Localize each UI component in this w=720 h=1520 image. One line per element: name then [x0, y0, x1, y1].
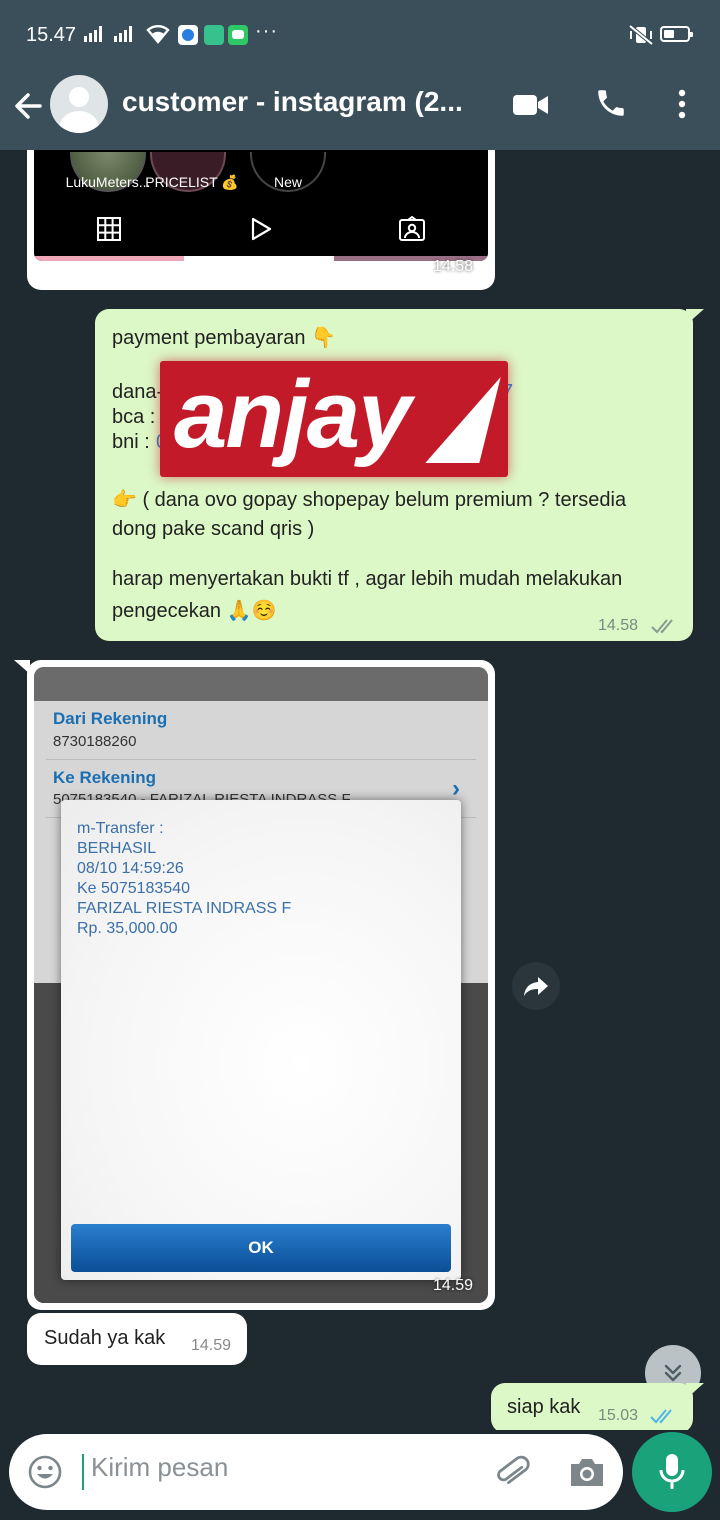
bubble-tail — [686, 309, 704, 325]
transfer-screenshot: Dari Rekening 8730188260 Ke Rekening 507… — [34, 667, 488, 1303]
chat-title[interactable]: customer - instagram (2... — [122, 86, 463, 118]
message-text: pengecekan 🙏☺️ — [112, 600, 277, 622]
message-text: siap kak — [507, 1396, 581, 1418]
dialog-line: FARIZAL RIESTA INDRASS F — [77, 900, 292, 917]
chevron-right-icon: › — [452, 775, 460, 802]
chat-notification-icon — [228, 25, 248, 45]
bubble-tail — [686, 1383, 704, 1399]
message-time: 15.03 — [598, 1407, 639, 1424]
video-call-icon[interactable] — [512, 92, 550, 118]
message-text: bni : — [112, 431, 150, 453]
avatar[interactable] — [50, 75, 108, 133]
ok-button: OK — [71, 1224, 451, 1272]
sticker-swoosh — [425, 377, 501, 463]
message-text: dong pake scand qris ) — [112, 518, 315, 540]
highlight-label: New — [273, 174, 302, 190]
message-time: 14.58 — [433, 258, 474, 275]
forward-icon — [524, 977, 548, 996]
message-time: 14.59 — [191, 1337, 232, 1354]
censor-sticker: anjay — [160, 361, 508, 477]
outgoing-message[interactable]: siap kak 15.03 — [491, 1383, 693, 1430]
from-account-value: 8730188260 — [53, 733, 137, 750]
delivered-ticks-icon — [651, 619, 673, 634]
more-notifications: ··· — [255, 20, 278, 42]
incoming-message[interactable]: Sudah ya kak 14.59 — [27, 1313, 247, 1365]
sticker-text: anjay — [174, 361, 411, 468]
instagram-screenshot: LukuMeters... PRICELIST 💰 New — [34, 150, 488, 261]
app-notification-icon-2 — [204, 25, 224, 45]
tagged-icon — [399, 216, 425, 241]
dialog-line: Ke 5075183540 — [77, 880, 190, 897]
status-bar: 15.47 ··· — [0, 0, 720, 70]
message-text: harap menyertakan bukti tf , agar lebih … — [112, 568, 623, 590]
read-ticks-icon — [650, 1409, 672, 1424]
to-account-label: Ke Rekening — [53, 768, 156, 787]
dialog-line: m-Transfer : — [77, 820, 164, 837]
message-text: bca : — [112, 406, 156, 428]
more-options-icon[interactable] — [676, 88, 688, 120]
message-text: 👉 ( dana ovo gopay shopepay belum premiu… — [112, 489, 627, 511]
emoji-icon[interactable] — [27, 1454, 63, 1490]
message-text: dana- — [112, 381, 164, 403]
image-message-instagram[interactable]: LukuMeters... PRICELIST 💰 New 14.58 — [27, 150, 495, 290]
text-caret — [82, 1454, 84, 1490]
from-account-label: Dari Rekening — [53, 709, 168, 728]
image-message-transfer[interactable]: Dari Rekening 8730188260 Ke Rekening 507… — [27, 660, 495, 1310]
forward-button[interactable] — [512, 962, 560, 1010]
post-thumbnails-strip — [34, 256, 488, 261]
message-time: 14.58 — [598, 617, 639, 634]
message-text: payment pembayaran 👇 — [112, 327, 336, 349]
camera-icon[interactable] — [567, 1454, 607, 1490]
dialog-line: BERHASIL — [77, 840, 157, 857]
voice-record-button[interactable] — [632, 1432, 712, 1512]
outgoing-message-payment[interactable]: payment pembayaran 👇 dana- 7 bca : bni :… — [95, 309, 693, 641]
message-composer[interactable]: Kirim pesan — [9, 1434, 623, 1510]
wifi-icon — [146, 25, 170, 44]
chat-header: customer - instagram (2... — [0, 70, 720, 150]
double-chevron-down-icon — [664, 1364, 682, 1382]
dialog-line: 08/10 14:59:26 — [77, 860, 184, 877]
signal-icon-2 — [114, 26, 132, 42]
grid-icon — [97, 217, 121, 241]
microphone-icon — [659, 1454, 685, 1489]
message-time: 14.59 — [433, 1277, 474, 1294]
app-notification-icon — [178, 25, 198, 45]
phone-call-icon[interactable] — [594, 86, 628, 120]
message-text: Sudah ya kak — [44, 1327, 166, 1349]
status-time: 15.47 — [26, 24, 77, 46]
attachment-icon[interactable] — [493, 1454, 531, 1490]
signal-icon — [84, 26, 102, 42]
vibrate-off-icon — [628, 24, 654, 46]
dialog-line: Rp. 35,000.00 — [77, 920, 178, 937]
reels-icon — [251, 217, 272, 241]
message-input[interactable]: Kirim pesan — [91, 1452, 228, 1483]
chat-area[interactable]: LukuMeters... PRICELIST 💰 New 14.58 paym… — [0, 150, 720, 1430]
back-arrow-icon[interactable] — [10, 88, 46, 124]
battery-icon — [660, 26, 693, 42]
transfer-success-dialog: m-Transfer : BERHASIL 08/10 14:59:26 Ke … — [61, 800, 461, 1280]
